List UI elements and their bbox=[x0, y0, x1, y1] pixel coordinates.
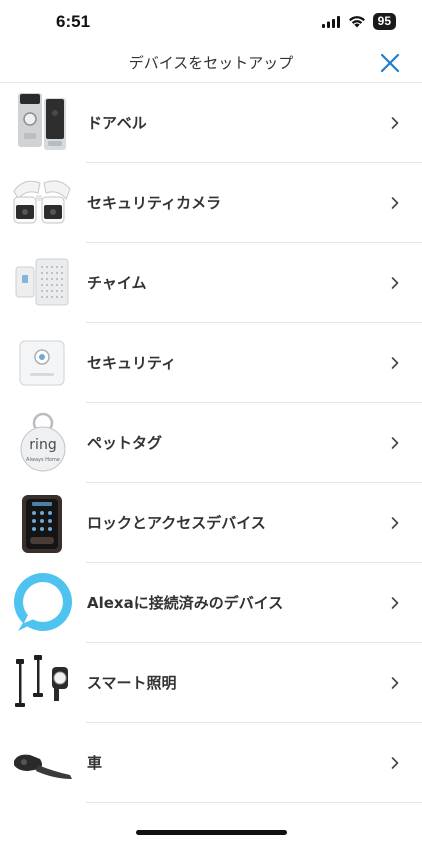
battery-indicator: 95 bbox=[372, 13, 396, 30]
device-label: スマート照明 bbox=[87, 674, 177, 692]
alexa-icon bbox=[14, 573, 72, 631]
smart-lock-icon bbox=[22, 495, 62, 553]
chevron-right-icon bbox=[391, 757, 399, 769]
device-row-security-camera[interactable]: セキュリティカメラ bbox=[0, 163, 422, 243]
device-row-smart-lighting[interactable]: スマート照明 bbox=[0, 643, 422, 723]
divider bbox=[86, 802, 422, 803]
device-label: チャイム bbox=[87, 274, 147, 292]
status-bar: 6:51 95 bbox=[0, 0, 422, 46]
chevron-right-icon bbox=[391, 117, 399, 129]
device-row-doorbell[interactable]: ドアベル bbox=[0, 83, 422, 163]
device-row-chime[interactable]: チャイム bbox=[0, 243, 422, 323]
car-cam-icon bbox=[14, 754, 72, 779]
status-time: 6:51 bbox=[56, 12, 91, 31]
security-keypad-icon bbox=[19, 340, 65, 386]
doorbell-icon bbox=[18, 93, 66, 150]
device-label: 車 bbox=[87, 754, 103, 772]
chevron-right-icon bbox=[391, 277, 399, 289]
device-row-alexa[interactable]: Alexaに接続済みのデバイス bbox=[0, 563, 422, 643]
device-row-security[interactable]: セキュリティ bbox=[0, 323, 422, 403]
status-icons: 95 bbox=[321, 13, 396, 30]
device-label: ドアベル bbox=[87, 114, 147, 132]
close-button[interactable] bbox=[378, 51, 402, 75]
security-camera-icon bbox=[13, 180, 71, 224]
pet-tag-sub-text: Always Home bbox=[26, 457, 60, 463]
header: デバイスをセットアップ bbox=[0, 46, 422, 83]
device-row-lock-access[interactable]: ロックとアクセスデバイス bbox=[0, 483, 422, 563]
device-list: ドアベル セキュリティカメラ チャイム セキュリティ ring Always H… bbox=[0, 83, 422, 803]
device-row-pet-tag[interactable]: ring Always Home ペットタグ bbox=[0, 403, 422, 483]
signal-icon bbox=[321, 15, 340, 28]
home-indicator[interactable] bbox=[136, 830, 287, 835]
close-icon bbox=[380, 53, 400, 73]
pet-tag-brand-text: ring bbox=[29, 437, 57, 453]
device-label: セキュリティカメラ bbox=[87, 194, 222, 212]
chevron-right-icon bbox=[391, 517, 399, 529]
device-label: Alexaに接続済みのデバイス bbox=[87, 594, 284, 612]
device-label: ペットタグ bbox=[87, 434, 163, 452]
device-row-car[interactable]: 車 bbox=[0, 723, 422, 803]
chevron-right-icon bbox=[391, 197, 399, 209]
page-title: デバイスをセットアップ bbox=[128, 54, 294, 72]
chevron-right-icon bbox=[391, 437, 399, 449]
chevron-right-icon bbox=[391, 357, 399, 369]
device-label: セキュリティ bbox=[87, 354, 177, 372]
device-label: ロックとアクセスデバイス bbox=[87, 514, 266, 532]
chime-icon bbox=[15, 258, 69, 306]
chevron-right-icon bbox=[391, 677, 399, 689]
pet-tag-icon: ring Always Home bbox=[10, 411, 76, 475]
wifi-icon bbox=[348, 16, 365, 28]
smart-lighting-icon bbox=[15, 655, 68, 707]
chevron-right-icon bbox=[391, 597, 399, 609]
